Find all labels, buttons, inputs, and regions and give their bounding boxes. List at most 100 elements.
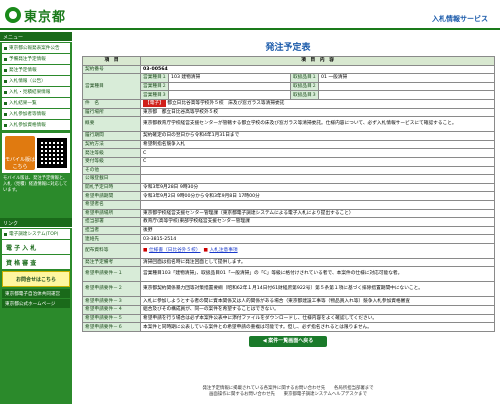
summary-value: 東京都教育庁学校経営支援センターが管轄する都立学校の床及び窓ガラス等清掃委託。仕… <box>139 116 496 133</box>
biz3-value <box>168 90 291 100</box>
sidebar-links-head: リンク <box>0 218 72 228</box>
bullet-icon <box>4 79 7 83</box>
bullet-icon <box>4 232 7 236</box>
e-bid-button[interactable]: 電 子 入 札 <box>2 240 70 254</box>
sidebar-item-shikaku[interactable]: 入札参加資格情報 <box>2 120 70 130</box>
footer-line-2: 画面操作に関するお問い合わせ先 東京都電子調達システムヘルプデスクまで <box>209 392 367 397</box>
row-label: 履行場所 <box>82 107 141 118</box>
row-label: 希望申請要件－２ <box>82 281 141 298</box>
sub-label: 取扱品目２ <box>290 81 319 92</box>
row-label: 希望申請要件－１ <box>82 266 141 283</box>
mobile-note: モバイル版は、発注予定情報と、入札（見積）経過情報に対応しています。 <box>3 176 68 193</box>
qualification-button[interactable]: 資 格 審 査 <box>2 255 70 269</box>
sidebar: メニュー 東京都公報発表案件公告 予備発注予定情報 発注予定情報 入札情報（公告… <box>0 32 72 404</box>
row-label: 希望申請要件－３ <box>82 296 141 307</box>
dept-value: 教育庁(高等学校)東部学校経営支援センター管理課 <box>139 217 496 227</box>
requirement-value: 東京都契約関係暴力団等対策措置要綱（昭和62年１月14日付61財経庶第922号）… <box>139 281 496 298</box>
row-label: 件 名 <box>82 98 141 109</box>
bullet-icon <box>4 90 7 94</box>
goods2-value <box>317 81 496 92</box>
sub-label: 営業種目２ <box>140 81 169 92</box>
row-label: 発注等級 <box>82 148 141 158</box>
sidebar-menu-head: メニュー <box>0 32 72 42</box>
sidebar-link-system[interactable]: 電子調達システム(TOP) <box>2 229 70 239</box>
top-header: 東京都 入札情報サービス <box>0 0 500 30</box>
biz1-value: 103 建物清掃 <box>168 73 291 83</box>
requirement-value: 希望申請を行う場合は必ず本案件公表中に添付ファイルをダウンロードし、仕様内容をよ… <box>139 313 496 324</box>
row-label: 希望者名 <box>82 199 141 210</box>
row-label: 希望申請要件－６ <box>82 322 141 332</box>
row-label: 希望申請期間 <box>82 191 141 201</box>
row-label: 契約番号 <box>82 64 141 75</box>
main-content: 発注予定表 項 目項 目 内 容 契約番号 03-00564 営業種目 営業種目１… <box>82 32 496 347</box>
sidebar-item-label: 発注予定情報 <box>9 68 37 73</box>
row-label: 担当者 <box>82 225 141 236</box>
attachment-link-spec[interactable]: 仕様書（日比谷外５校） <box>149 248 201 253</box>
case-name-text: 都立日比谷高等学校外５校 床及び窓ガラス等清掃委託 <box>167 101 285 107</box>
note-value: 清掃回面は指名時に発注回面として提供します。 <box>139 257 496 268</box>
sub-label: 営業種目１ <box>140 73 169 83</box>
row-label: 連絡先 <box>82 234 141 244</box>
goods1-value: 01 一般清掃 <box>317 73 496 83</box>
apply-place-value: 東京都学校経営支援センター管理課（東京都電子調達システムによる電子入札により提出… <box>139 208 496 219</box>
row-label: 履行期間 <box>82 131 141 141</box>
row-label: 担当部署 <box>82 217 141 227</box>
bullet-icon <box>4 123 7 127</box>
other-value <box>139 165 496 176</box>
requirement-value: 営業種目103「建物清掃」、取扱品目01「一般清掃」の「C」等級に格付けされてい… <box>139 266 496 283</box>
recv-grade-value: C <box>139 156 496 167</box>
tokyo-emblem-icon <box>5 7 21 23</box>
sub-label: 取扱品目３ <box>290 90 319 100</box>
open-date-value: 令和3年9月28日 9時30分 <box>139 182 496 193</box>
phone-value: 03-3815-2514 <box>139 234 496 244</box>
page-title: 発注予定表 <box>265 43 311 53</box>
period-value: 契約確定の日の翌日から令和4年1月31日まで <box>139 131 496 141</box>
row-label: 開札予定日時 <box>82 182 141 193</box>
sidebar-item-hacchu[interactable]: 発注予定情報 <box>2 65 70 75</box>
bullet-icon <box>4 68 7 72</box>
back-to-list-button[interactable]: ◀ 案件一覧画面へ戻る <box>249 335 327 347</box>
row-label: 公報登載日 <box>82 174 141 184</box>
requirement-value: 本案件と同時期に公表している案件との希望申請の重複は可能です。但し、必ず指名され… <box>139 322 496 332</box>
contact-label: お問合せはこちら <box>15 276 56 283</box>
sidebar-item-yobi[interactable]: 予備発注予定情報 <box>2 54 70 64</box>
pub-date-value <box>139 174 496 184</box>
method-value: 希望制指名競争入札 <box>139 139 496 150</box>
detail-table: 項 目項 目 内 容 契約番号 03-00564 営業種目 営業種目１ 103 建… <box>82 56 496 332</box>
sidebar-item-ichiran[interactable]: 入札結果一覧 <box>2 98 70 108</box>
goods3-value <box>317 90 496 100</box>
back-button-label: 案件一覧画面へ戻る <box>268 337 314 344</box>
case-name: 【電子】 都立日比谷高等学校外５校 床及び窓ガラス等清掃委託 <box>139 98 496 109</box>
row-label: 希望申請要件－５ <box>82 313 141 324</box>
row-label: 受付等級 <box>82 156 141 167</box>
row-label: 希望申請要件－４ <box>82 305 141 315</box>
sidebar-item-kekka[interactable]: 入札・見積結果情報 <box>2 87 70 97</box>
mobile-box: モバイル版はこちら <box>2 133 70 173</box>
place-value: 東京都 都立日比谷高等学校外５校 <box>139 107 496 118</box>
sidebar-link-label: 電子調達システム(TOP) <box>9 232 59 237</box>
mobile-link-button[interactable]: モバイル版はこちら <box>5 136 35 170</box>
bullet-icon <box>4 112 7 116</box>
tokyo-logo[interactable]: 東京都 <box>5 5 77 25</box>
service-title: 入札情報サービス <box>432 15 488 23</box>
row-label: 契約方法 <box>82 139 141 150</box>
sidebar-item-label: 東京都公報発表案件公告 <box>9 46 60 51</box>
sidebar-item-kouhou[interactable]: 東京都公報発表案件公告 <box>2 43 70 53</box>
row-label: 営業種目 <box>82 73 141 100</box>
sidebar-item-label: 予備発注予定情報 <box>9 57 46 62</box>
logo-text: 東京都 <box>24 9 67 25</box>
row-label: 概要 <box>82 116 141 133</box>
contact-button[interactable]: お問合せはこちら <box>2 271 70 287</box>
footer-link-official[interactable]: 東京都公式ホームページ <box>2 299 70 308</box>
attachments: ■ 仕様書（日比谷外５校） ■ 入札注意事項 <box>139 242 496 259</box>
bullet-icon <box>4 46 7 50</box>
sidebar-item-nyusatsu[interactable]: 入札情報（公告） <box>2 76 70 86</box>
sidebar-item-label: 入札参加者等情報 <box>9 112 46 117</box>
row-label: その他 <box>82 165 141 176</box>
page-footer: 発注予定情報に掲載されている各案件に関するお問い合わせ先 各局所担当部署まで 画… <box>82 386 494 398</box>
footer-link-kyodo[interactable]: 東京都電子自治体共同運営 <box>2 289 70 298</box>
attachment-link-notice[interactable]: 入札注意事項 <box>209 248 237 253</box>
sidebar-item-sankasha[interactable]: 入札参加者等情報 <box>2 109 70 119</box>
sidebar-item-label: 入札・見積結果情報 <box>9 90 51 95</box>
sub-label: 取扱品目１ <box>290 73 319 83</box>
